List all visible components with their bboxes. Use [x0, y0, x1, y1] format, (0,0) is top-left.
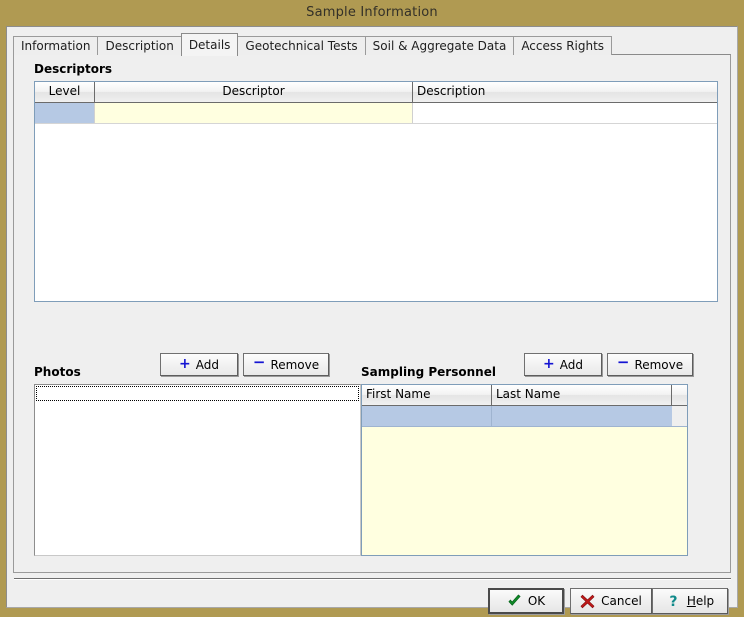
tab-details[interactable]: Details — [181, 33, 239, 56]
cell-first-name[interactable] — [362, 406, 492, 426]
window-title-bar: Sample Information — [0, 0, 744, 26]
dialog-client-area: Information Description Details Geotechn… — [6, 26, 738, 608]
ok-button[interactable]: OK — [488, 588, 564, 614]
personnel-remove-button[interactable]: − Remove — [607, 353, 693, 376]
tab-information[interactable]: Information — [13, 36, 98, 55]
column-header-filler — [672, 385, 687, 405]
help-label-rest: elp — [696, 594, 714, 608]
personnel-header-row: First Name Last Name — [362, 385, 687, 406]
tab-label: Soil & Aggregate Data — [373, 39, 507, 53]
check-icon — [507, 594, 522, 609]
details-tab-panel: Descriptors Level Descriptor Description… — [13, 54, 731, 573]
tab-label: Description — [105, 39, 173, 53]
column-header-description[interactable]: Description — [413, 82, 717, 102]
tab-geotechnical-tests[interactable]: Geotechnical Tests — [237, 36, 365, 55]
question-mark-icon: ? — [666, 594, 681, 609]
column-header-last-name[interactable]: Last Name — [492, 385, 672, 405]
photos-remove-button[interactable]: − Remove — [243, 353, 329, 376]
descriptors-header-row: Level Descriptor Description — [35, 82, 717, 103]
cell-level[interactable] — [35, 103, 95, 123]
minus-icon: − — [253, 355, 266, 370]
listbox-focus-rect — [36, 386, 359, 401]
minus-icon: − — [617, 355, 630, 370]
help-button[interactable]: ? Help — [652, 588, 728, 614]
photos-group-label: Photos — [34, 365, 81, 379]
button-label: Remove — [270, 358, 319, 372]
cell-filler — [672, 406, 687, 426]
tab-bar: Information Description Details Geotechn… — [13, 33, 611, 55]
button-label: Add — [196, 358, 219, 372]
personnel-add-button[interactable]: + Add — [524, 353, 602, 376]
plus-icon: + — [543, 357, 555, 371]
cell-descriptor[interactable] — [95, 103, 413, 123]
column-header-descriptor[interactable]: Descriptor — [95, 82, 413, 102]
column-header-level[interactable]: Level — [35, 82, 95, 102]
cell-last-name[interactable] — [492, 406, 672, 426]
button-label: Cancel — [601, 594, 642, 608]
footer-divider — [14, 578, 731, 580]
personnel-group-label: Sampling Personnel — [361, 365, 496, 379]
tab-label: Access Rights — [521, 39, 604, 53]
cross-icon — [580, 594, 595, 609]
descriptors-group-label: Descriptors — [34, 62, 112, 76]
help-accesskey: H — [687, 594, 696, 608]
button-label: OK — [528, 594, 545, 608]
tab-soil-aggregate-data[interactable]: Soil & Aggregate Data — [365, 36, 515, 55]
table-row[interactable] — [362, 406, 687, 427]
column-header-first-name[interactable]: First Name — [362, 385, 492, 405]
tab-access-rights[interactable]: Access Rights — [513, 36, 612, 55]
photos-add-button[interactable]: + Add — [160, 353, 238, 376]
button-label: Add — [560, 358, 583, 372]
button-label: Help — [687, 594, 714, 608]
sampling-personnel-grid[interactable]: First Name Last Name — [361, 384, 688, 556]
page-title: Sample Information — [306, 5, 438, 20]
tab-label: Details — [189, 38, 231, 52]
svg-text:?: ? — [669, 594, 677, 609]
tab-label: Geotechnical Tests — [245, 39, 357, 53]
tab-label: Information — [21, 39, 90, 53]
descriptors-grid[interactable]: Level Descriptor Description — [34, 81, 718, 302]
cell-description[interactable] — [413, 103, 717, 123]
tab-description[interactable]: Description — [97, 36, 181, 55]
button-label: Remove — [634, 358, 683, 372]
photos-listbox[interactable] — [34, 384, 361, 556]
plus-icon: + — [179, 357, 191, 371]
sample-information-dialog: Sample Information Information Descripti… — [0, 0, 744, 617]
table-row[interactable] — [35, 103, 717, 124]
cancel-button[interactable]: Cancel — [570, 588, 652, 614]
